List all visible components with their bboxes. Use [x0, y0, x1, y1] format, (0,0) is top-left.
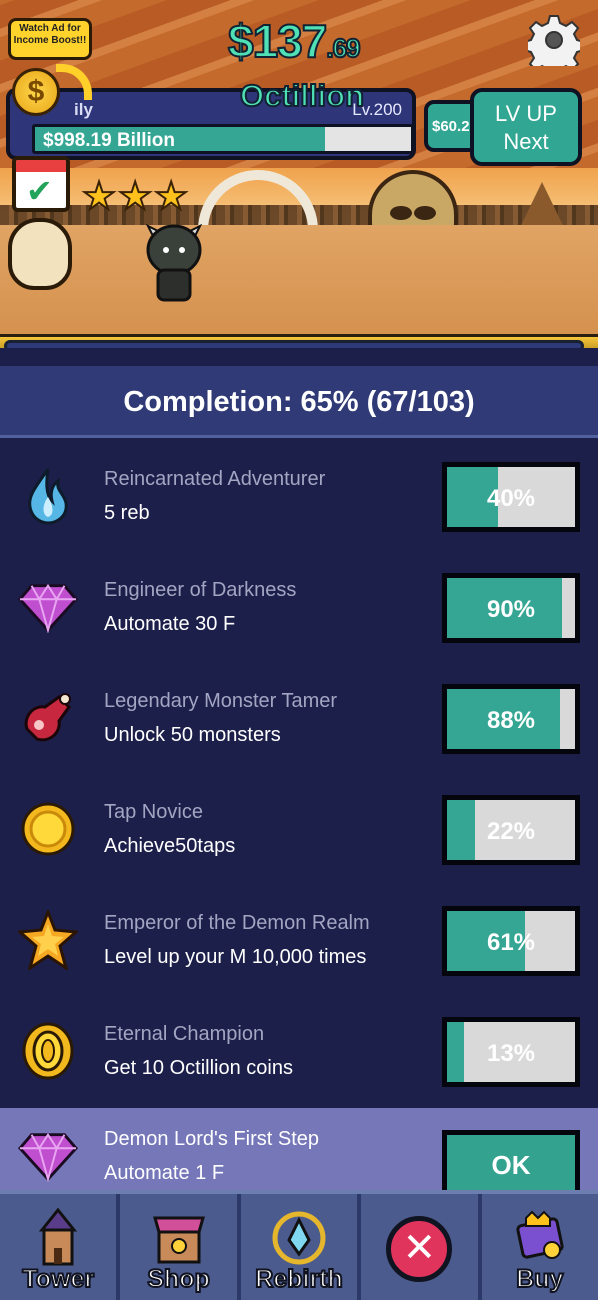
achievement-desc: Level up your M 10,000 times [104, 946, 367, 968]
money-display: $137.69 [227, 14, 362, 68]
nav-shop-label: Shop [146, 1264, 211, 1294]
level-up-sub-label: Next [503, 129, 549, 154]
purple-gem-icon [18, 577, 78, 637]
achievement-progress-bar: 88% [442, 684, 580, 754]
blue-flame-icon [18, 466, 78, 526]
achievement-percent: 40% [486, 485, 536, 512]
tower-icon [39, 1208, 78, 1266]
checkmark-icon: ✔ [26, 173, 53, 209]
achievement-desc: Get 10 Octillion coins [104, 1057, 293, 1079]
money-main: $137 [227, 14, 328, 68]
achievement-row: Tap Novice Achieve50taps 22% [0, 781, 598, 892]
achievement-desc: Unlock 50 monsters [104, 724, 281, 746]
achievement-title: Tap Novice [104, 801, 203, 823]
level-up-label: LV UP [495, 101, 557, 126]
ground [0, 225, 598, 335]
daily-calendar-icon[interactable]: ✔ [12, 156, 70, 212]
nav-rebirth-label: Rebirth [254, 1264, 344, 1294]
achievement-desc: Achieve50taps [104, 835, 236, 857]
achievement-percent: 88% [486, 707, 536, 734]
achievement-percent: 61% [486, 929, 536, 956]
nav-tower[interactable]: Tower [0, 1194, 121, 1300]
achievement-desc: 5 reb [104, 502, 150, 524]
nav-shop[interactable]: Shop [120, 1194, 241, 1300]
nav-buy[interactable]: Buy [481, 1194, 598, 1300]
achievement-row: Legendary Monster Tamer Unlock 50 monste… [0, 670, 598, 781]
achievement-title: Emperor of the Demon Realm [104, 912, 370, 934]
game-scene: Watch Ad for Income Boost!! ily Lv.200 $… [0, 0, 598, 348]
money-unit: Octillion [239, 77, 365, 114]
achievement-desc: Automate 1 F [104, 1162, 225, 1184]
star-rating: ★ ★ ★ [81, 176, 189, 218]
nav-buy-label: Buy [515, 1264, 564, 1294]
shop-icon [152, 1216, 205, 1264]
rebirth-icon [272, 1211, 326, 1265]
bottom-nav: Tower Shop Rebirth ✕ Buy [0, 1190, 598, 1300]
achievement-row: Eternal Champion Get 10 Octillion coins … [0, 1003, 598, 1114]
achievement-row: Emperor of the Demon Realm Level up your… [0, 892, 598, 1003]
money-cents: .69 [325, 32, 361, 64]
demon-character [145, 223, 203, 302]
achievement-title: Reincarnated Adventurer [104, 468, 326, 490]
achievement-percent: 13% [486, 1040, 536, 1067]
achievement-row: Engineer of Darkness Automate 30 F 90% [0, 559, 598, 670]
facility-name: ily [74, 100, 93, 119]
income-value: $998.19 Billion [43, 130, 176, 151]
level-up-button[interactable]: LV UP Next [470, 88, 582, 166]
achievement-title: Engineer of Darkness [104, 579, 297, 601]
achievement-title: Legendary Monster Tamer [104, 690, 338, 712]
achievement-percent: 90% [486, 596, 536, 623]
purple-gem-icon [18, 1126, 78, 1186]
gold-coin-icon [18, 799, 78, 859]
star-icon: ★ [153, 176, 189, 218]
star-icon: ★ [117, 176, 153, 218]
settings-gear-icon[interactable] [528, 14, 580, 66]
claimable-achievement-row: Demon Lord's First Step Automate 1 F OK [0, 1108, 598, 1200]
star-icon [18, 910, 78, 970]
achievement-progress-bar: 90% [442, 573, 580, 643]
panel-top-edge [4, 340, 584, 348]
achievement-title: Eternal Champion [104, 1023, 265, 1045]
close-icon[interactable]: ✕ [386, 1216, 453, 1282]
nav-rebirth[interactable]: Rebirth [240, 1194, 362, 1300]
money-sack-icon[interactable] [8, 218, 72, 290]
achievement-progress-bar: 22% [442, 795, 580, 865]
income-progress-bar: $998.19 Billion [32, 124, 414, 154]
nav-close[interactable]: ✕ [361, 1194, 482, 1300]
coin-stack-icon [18, 1021, 78, 1081]
achievement-percent: 22% [486, 818, 536, 845]
achievement-desc: Automate 30 F [104, 613, 236, 635]
achievement-title: Demon Lord's First Step [104, 1128, 320, 1150]
completion-header: Completion: 65% (67/103) [0, 366, 598, 438]
meat-icon [18, 688, 78, 748]
achievement-progress-bar: 61% [442, 906, 580, 976]
star-icon: ★ [81, 176, 117, 218]
nav-tower-label: Tower [21, 1264, 95, 1294]
income-boost-button[interactable]: $ [12, 68, 60, 116]
achievement-progress-bar: 40% [442, 462, 580, 532]
watch-ad-bubble[interactable]: Watch Ad for Income Boost!! [8, 18, 92, 60]
achievement-progress-bar: 13% [442, 1017, 580, 1087]
buy-icon [516, 1210, 564, 1259]
achievement-row: Reincarnated Adventurer 5 reb 40% [0, 448, 598, 559]
achievement-list[interactable]: Reincarnated Adventurer 5 reb 40% Engine… [0, 448, 598, 1200]
